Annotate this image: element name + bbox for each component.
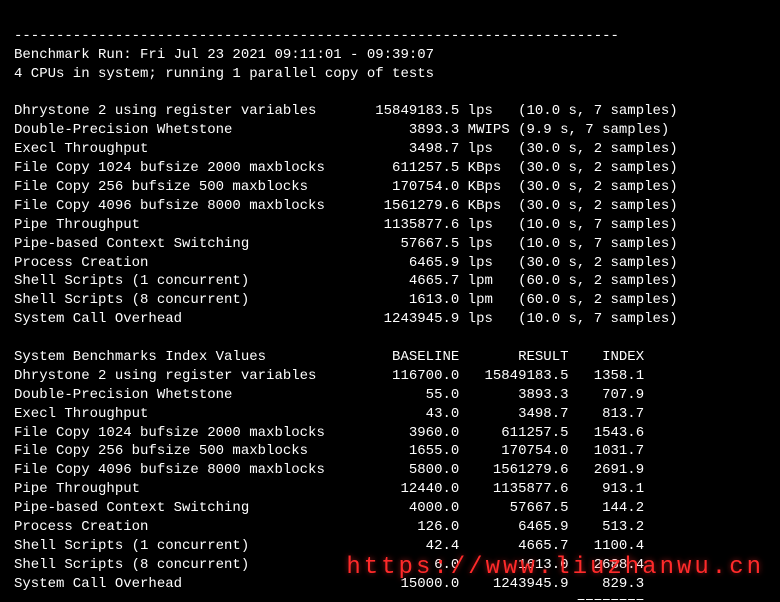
result-line: Execl Throughput 3498.7 lps (30.0 s, 2 s… [14, 141, 678, 157]
index-line: File Copy 4096 bufsize 8000 maxblocks 58… [14, 462, 644, 478]
cpu-info-line: 4 CPUs in system; running 1 parallel cop… [14, 66, 434, 82]
index-line: Execl Throughput 43.0 3498.7 813.7 [14, 406, 644, 422]
index-line: Double-Precision Whetstone 55.0 3893.3 7… [14, 387, 644, 403]
index-header-line: System Benchmarks Index Values BASELINE … [14, 349, 644, 365]
result-line: File Copy 4096 bufsize 8000 maxblocks 15… [14, 198, 678, 214]
result-line: File Copy 256 bufsize 500 maxblocks 1707… [14, 179, 678, 195]
result-line: Shell Scripts (1 concurrent) 4665.7 lpm … [14, 273, 678, 289]
benchmark-run-line: Benchmark Run: Fri Jul 23 2021 09:11:01 … [14, 47, 434, 63]
index-line: File Copy 256 bufsize 500 maxblocks 1655… [14, 443, 644, 459]
separator-line: ----------------------------------------… [14, 28, 619, 44]
result-line: Double-Precision Whetstone 3893.3 MWIPS … [14, 122, 669, 138]
terminal-output: ----------------------------------------… [0, 0, 780, 602]
result-line: Pipe-based Context Switching 57667.5 lps… [14, 236, 678, 252]
index-line: Dhrystone 2 using register variables 116… [14, 368, 644, 384]
index-line: File Copy 1024 bufsize 2000 maxblocks 39… [14, 425, 644, 441]
index-line: Pipe Throughput 12440.0 1135877.6 913.1 [14, 481, 644, 497]
result-line: Pipe Throughput 1135877.6 lps (10.0 s, 7… [14, 217, 678, 233]
result-line: File Copy 1024 bufsize 2000 maxblocks 61… [14, 160, 678, 176]
index-line: Process Creation 126.0 6465.9 513.2 [14, 519, 644, 535]
result-line: System Call Overhead 1243945.9 lps (10.0… [14, 311, 678, 327]
index-line: Pipe-based Context Switching 4000.0 5766… [14, 500, 644, 516]
index-separator: ======== [14, 595, 644, 602]
result-line: Process Creation 6465.9 lps (30.0 s, 2 s… [14, 255, 678, 271]
watermark-url: https://www.liuzhanwu.cn [346, 552, 764, 584]
result-line: Dhrystone 2 using register variables 158… [14, 103, 678, 119]
result-line: Shell Scripts (8 concurrent) 1613.0 lpm … [14, 292, 678, 308]
